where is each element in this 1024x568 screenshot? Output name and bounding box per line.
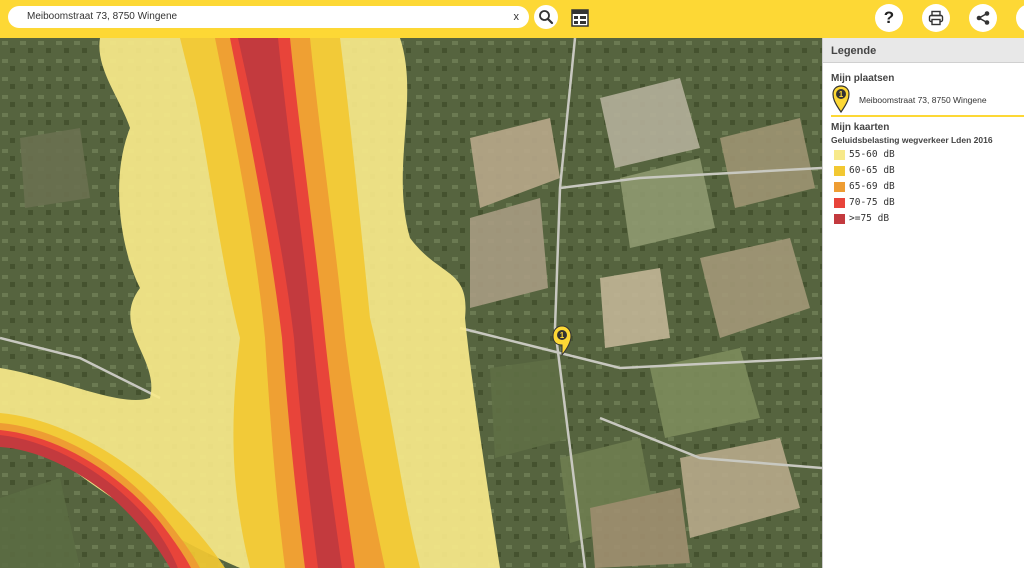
- clear-search-button[interactable]: x: [514, 6, 520, 28]
- help-button[interactable]: ?: [875, 4, 903, 32]
- printer-icon: [928, 10, 944, 26]
- magnifier-icon: [539, 10, 554, 25]
- map-marker-number: 1: [560, 331, 565, 340]
- legend-swatch: [834, 214, 845, 224]
- place-item[interactable]: 1 Meiboomstraat 73, 8750 Wingene: [823, 84, 1024, 118]
- share-button[interactable]: [969, 4, 997, 32]
- search-button[interactable]: [534, 5, 558, 29]
- legend-header: Legende: [823, 38, 1024, 63]
- layers-button[interactable]: [566, 5, 594, 31]
- search-input-value: Meiboomstraat 73, 8750 Wingene: [27, 11, 178, 22]
- help-icon: ?: [883, 8, 895, 27]
- map-view[interactable]: 1: [0, 38, 822, 568]
- share-icon: [976, 11, 990, 25]
- legend-label: 70-75 dB: [849, 197, 895, 208]
- top-toolbar: Meiboomstraat 73, 8750 Wingene x ?: [0, 0, 1024, 38]
- legend-swatch: [834, 150, 845, 160]
- legend-label: 55-60 dB: [849, 149, 895, 160]
- map-layers-icon: [571, 9, 589, 27]
- map-canvas: 1: [0, 38, 822, 568]
- legend-item: 65-69 dB: [823, 179, 1024, 195]
- legend-label: 65-69 dB: [849, 181, 895, 192]
- legend-label: 60-65 dB: [849, 165, 895, 176]
- my-maps-title: Mijn kaarten: [831, 122, 890, 133]
- my-places-title: Mijn plaatsen: [831, 73, 895, 84]
- place-divider: [831, 115, 1024, 117]
- print-button[interactable]: [922, 4, 950, 32]
- layer-title: Geluidsbelasting wegverkeer Lden 2016: [831, 135, 993, 145]
- more-button[interactable]: [1016, 4, 1024, 32]
- location-pin-icon: 1: [832, 85, 850, 113]
- legend-item: 70-75 dB: [823, 195, 1024, 211]
- legend-swatch: [834, 166, 845, 176]
- legend-label: >=75 dB: [849, 213, 890, 224]
- legend-item: 60-65 dB: [823, 163, 1024, 179]
- legend-item: >=75 dB: [823, 211, 1024, 227]
- legend-item: 55-60 dB: [823, 147, 1024, 163]
- place-label: Meiboomstraat 73, 8750 Wingene: [859, 95, 987, 105]
- place-marker-number: 1: [839, 90, 844, 99]
- legend-swatch: [834, 182, 845, 192]
- search-input[interactable]: Meiboomstraat 73, 8750 Wingene x: [8, 6, 529, 28]
- legend-swatch: [834, 198, 845, 208]
- legend-panel: Legende Mijn plaatsen 1 Meiboomstraat 73…: [822, 38, 1024, 568]
